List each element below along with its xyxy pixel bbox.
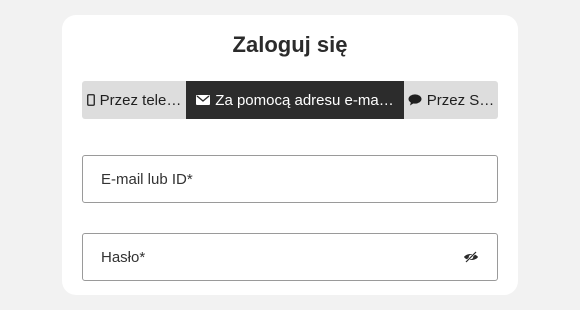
login-method-tabs: Przez tele… Za pomocą adresu e-ma… Przez… [82,81,498,119]
tab-email[interactable]: Za pomocą adresu e-ma… [186,81,404,119]
page-title: Zaloguj się [232,32,348,57]
email-field-placeholder: E-mail lub ID* [101,170,193,188]
email-field[interactable]: E-mail lub ID* [82,155,498,203]
password-field[interactable]: Hasło* [82,233,498,281]
eye-slash-icon[interactable] [463,251,479,263]
password-field-placeholder: Hasło* [101,248,146,266]
phone-icon [86,94,95,106]
tab-sms[interactable]: Przez S… [404,81,498,119]
tab-email-label: Za pomocą adresu e-ma… [215,91,394,109]
tab-phone-label: Przez tele… [99,91,182,109]
chat-bubble-icon [408,94,422,106]
login-card: Zaloguj się Przez tele… Za pomocą adresu… [62,15,518,295]
tab-sms-label: Przez S… [426,91,495,109]
tab-phone[interactable]: Przez tele… [82,81,186,119]
envelope-icon [196,95,211,105]
